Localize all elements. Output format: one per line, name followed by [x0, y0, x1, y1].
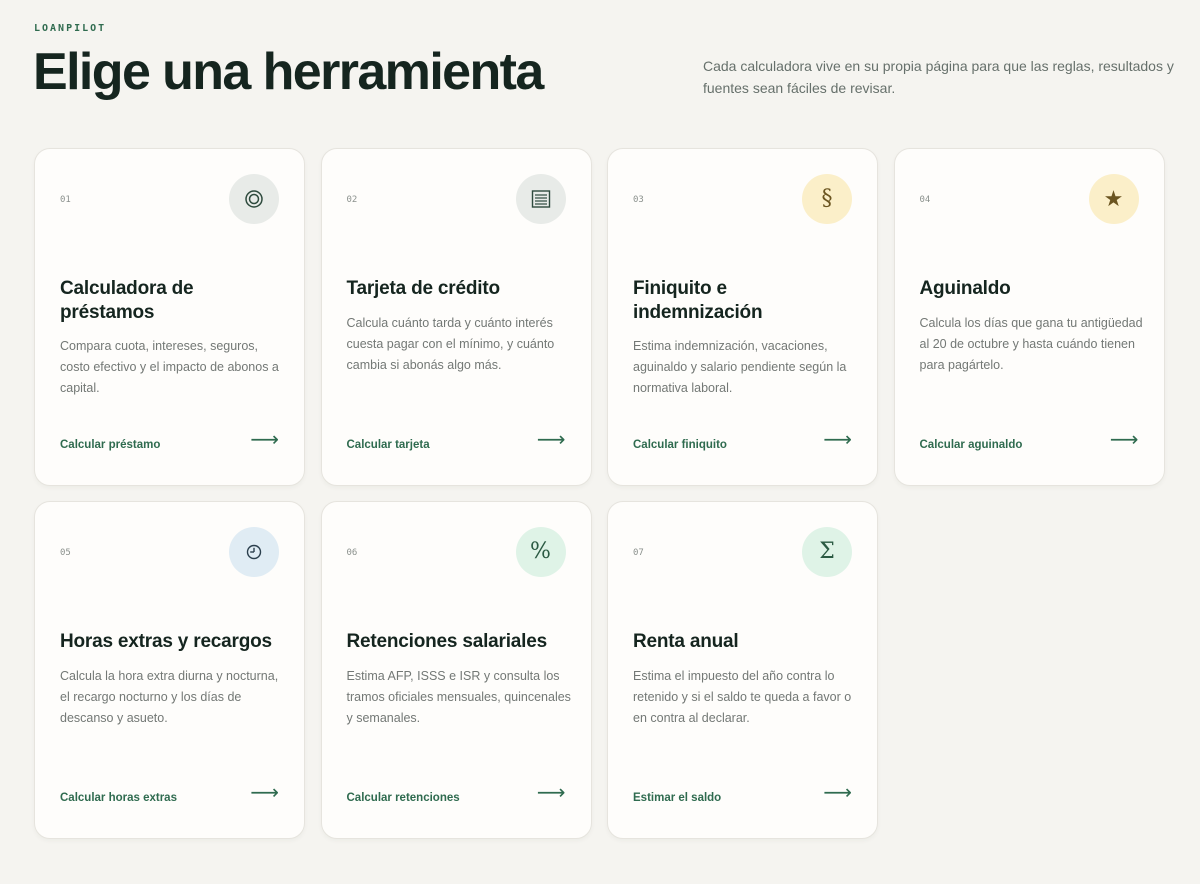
- tool-card-overtime[interactable]: 05 Horas extras y recargos Calcula la ho…: [34, 501, 305, 839]
- card-description: Estima AFP, ISSS e ISR y consulta los tr…: [346, 669, 571, 725]
- tool-card-bonus[interactable]: 04 ★ Aguinaldo Calcula los días que gana…: [893, 148, 1165, 486]
- card-description: Estima el impuesto del año contra lo ret…: [633, 669, 852, 725]
- card-title: Retenciones salariales: [346, 631, 548, 652]
- tool-card-annual-income[interactable]: 07 Σ Renta anual Estima el impuesto del …: [607, 501, 878, 839]
- card-title: Calculadora de préstamos: [60, 278, 194, 323]
- sigma-icon: Σ: [802, 527, 852, 577]
- calculate-withholdings-link[interactable]: Calcular retenciones: [347, 792, 460, 804]
- card-number: 04: [919, 195, 931, 205]
- card-number: 06: [346, 548, 358, 558]
- clock-icon: [229, 527, 279, 577]
- tool-card-withholdings[interactable]: 06 % Retenciones salariales Estima AFP, …: [320, 501, 592, 839]
- arrow-right-icon[interactable]: ⟶: [250, 430, 279, 450]
- arrow-right-icon[interactable]: ⟶: [823, 430, 852, 450]
- tool-grid: 01 Calculadora de préstamos Compara cuot…: [34, 148, 1166, 839]
- tool-card-credit-card[interactable]: 02 Tarjeta de crédito Calcula cuánto tar…: [320, 148, 592, 486]
- tool-card-loan[interactable]: 01 Calculadora de préstamos Compara cuot…: [34, 148, 305, 486]
- card-icon: [515, 174, 566, 224]
- card-description: Compara cuota, intereses, seguros, costo…: [60, 339, 279, 395]
- percent-icon: %: [515, 527, 566, 577]
- target-icon: [229, 174, 279, 224]
- calculate-overtime-link[interactable]: Calcular horas extras: [60, 792, 177, 804]
- brand-label: LOANPILOT: [34, 23, 107, 34]
- card-title: Renta anual: [633, 631, 739, 652]
- arrow-right-icon[interactable]: ⟶: [250, 783, 279, 803]
- card-title: Aguinaldo: [919, 278, 1011, 299]
- calculate-card-link[interactable]: Calcular tarjeta: [347, 439, 430, 451]
- page-title: Elige una herramienta: [33, 43, 544, 101]
- card-description: Estima indemnización, vacaciones, aguina…: [633, 339, 847, 395]
- card-number: 01: [60, 195, 71, 205]
- card-title: Horas extras y recargos: [60, 631, 272, 652]
- calculate-severance-link[interactable]: Calcular finiquito: [633, 439, 727, 451]
- arrow-right-icon[interactable]: ⟶: [823, 783, 852, 803]
- calculate-loan-link[interactable]: Calcular préstamo: [60, 439, 160, 451]
- card-description: Calcula los días que gana tu antigüedad …: [919, 316, 1143, 372]
- card-number: 05: [60, 548, 71, 558]
- tool-card-severance[interactable]: 03 § Finiquito e indemnización Estima in…: [607, 148, 878, 486]
- card-description: Calcula la hora extra diurna y nocturna,…: [60, 669, 279, 725]
- calculate-bonus-link[interactable]: Calcular aguinaldo: [920, 439, 1023, 451]
- arrow-right-icon[interactable]: ⟶: [537, 430, 566, 450]
- intro-text: Cada calculadora vive en su propia págin…: [703, 58, 1174, 96]
- card-title: Tarjeta de crédito: [346, 278, 501, 299]
- card-title: Finiquito e indemnización: [633, 278, 763, 323]
- card-description: Calcula cuánto tarda y cuánto interés cu…: [346, 316, 555, 372]
- arrow-right-icon[interactable]: ⟶: [537, 783, 566, 803]
- star-icon: ★: [1088, 174, 1139, 224]
- card-number: 03: [633, 195, 644, 205]
- card-number: 07: [633, 548, 644, 558]
- estimate-balance-link[interactable]: Estimar el saldo: [633, 792, 721, 804]
- tool-picker-page: LOANPILOT Elige una herramienta Cada cal…: [0, 0, 1200, 884]
- section-icon: §: [802, 174, 852, 224]
- arrow-right-icon[interactable]: ⟶: [1110, 430, 1139, 450]
- card-number: 02: [346, 195, 358, 205]
